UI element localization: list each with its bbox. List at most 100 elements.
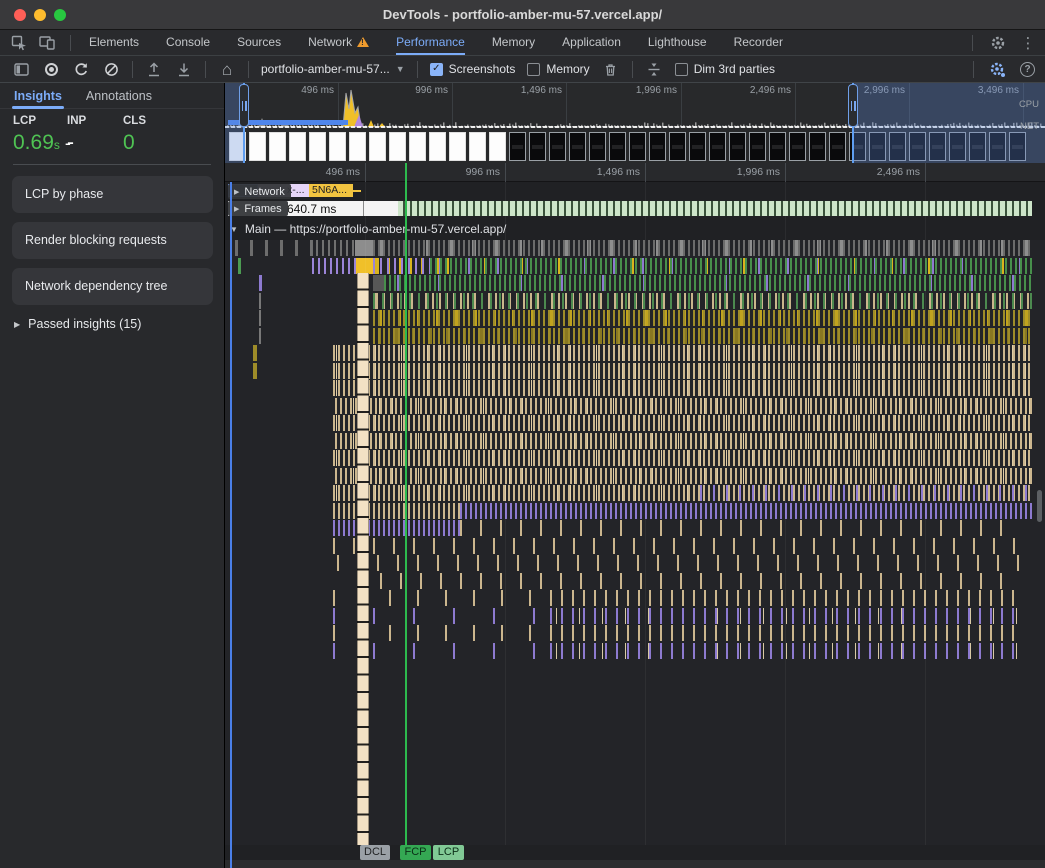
tab-elements[interactable]: Elements [89,30,139,55]
tab-console[interactable]: Console [166,30,210,55]
screenshots-checkbox-group[interactable]: Screenshots [430,62,516,76]
main-track-header[interactable]: ▼ Main — https://portfolio-amber-mu-57.v… [230,222,506,236]
flame-activity-segment[interactable] [253,363,257,379]
screenshot-thumbnail[interactable] [389,132,406,161]
marker-badge-fcp[interactable]: FCP [400,845,431,860]
clear-button[interactable] [102,60,120,78]
tab-performance[interactable]: Performance [396,30,465,55]
flame-activity-segment[interactable] [373,310,1032,326]
screenshot-thumbnail[interactable] [309,132,326,161]
tab-insights[interactable]: Insights [14,89,62,103]
garbage-collect-icon[interactable] [602,60,620,78]
tab-memory[interactable]: Memory [492,30,535,55]
timeline-overview[interactable]: CPU NET 496 ms996 ms1,496 ms1,996 ms2,49… [225,83,1045,163]
flame-activity-segment[interactable] [333,433,1032,449]
vertical-scrollbar[interactable] [1037,490,1042,522]
screenshot-thumbnail[interactable] [269,132,286,161]
tab-sources[interactable]: Sources [237,30,281,55]
screenshot-thumbnail[interactable] [609,132,626,161]
flame-activity-segment[interactable] [333,398,1032,414]
screenshot-thumbnail[interactable] [529,132,546,161]
settings-gear-icon[interactable] [989,34,1007,52]
flame-activity-segment[interactable] [700,485,1032,501]
record-button[interactable] [42,60,60,78]
screenshot-thumbnail[interactable] [829,132,846,161]
screenshot-thumbnail[interactable] [569,132,586,161]
flame-activity-segment[interactable] [333,468,1032,484]
flame-activity-segment[interactable] [259,310,261,326]
flame-activity-segment[interactable] [333,503,460,519]
flame-activity-segment[interactable] [373,328,1032,344]
screenshot-thumbnail[interactable] [649,132,666,161]
screenshot-thumbnail[interactable] [329,132,346,161]
flame-activity-segment[interactable] [333,363,1032,379]
screenshot-thumbnail[interactable] [289,132,306,161]
screenshot-thumbnail[interactable] [769,132,786,161]
flame-activity-segment[interactable] [384,275,1032,291]
flame-activity-segment[interactable] [355,240,373,256]
window-drag-handle-right[interactable] [848,84,858,127]
close-window-button[interactable] [14,9,26,21]
screenshots-checkbox[interactable] [430,63,443,76]
dim-3rd-parties-checkbox-group[interactable]: Dim 3rd parties [675,62,775,76]
screenshot-thumbnail[interactable] [809,132,826,161]
upload-profile-icon[interactable] [145,60,163,78]
device-toolbar-icon[interactable] [38,34,56,52]
flame-activity-segment[interactable] [373,258,430,274]
flame-activity-segment[interactable] [333,450,1032,466]
screenshot-thumbnail[interactable] [689,132,706,161]
window-drag-handle-left[interactable] [239,84,249,127]
screenshot-thumbnail[interactable] [729,132,746,161]
flame-activity-segment[interactable] [253,345,257,361]
insight-card-render-blocking-requests[interactable]: Render blocking requests [12,222,213,259]
passed-insights-expander[interactable]: ▶ Passed insights (15) [14,317,141,331]
maximize-window-button[interactable] [54,9,66,21]
screenshot-thumbnail[interactable] [709,132,726,161]
download-profile-icon[interactable] [175,60,193,78]
screenshot-thumbnail[interactable] [589,132,606,161]
flame-activity-segment[interactable] [373,293,1032,309]
insight-card-network-dependency-tree[interactable]: Network dependency tree [12,268,213,305]
screenshot-thumbnail[interactable] [489,132,506,161]
flame-activity-segment[interactable] [333,520,460,536]
flame-activity-segment[interactable] [235,240,313,256]
collapse-tracks-icon[interactable] [645,60,663,78]
insight-card-lcp-by-phase[interactable]: LCP by phase [12,176,213,213]
screenshot-thumbnail[interactable] [349,132,366,161]
flame-activity-segment[interactable] [333,415,1032,431]
screenshot-thumbnail[interactable] [749,132,766,161]
page-selector-dropdown[interactable]: portfolio-amber-mu-57... ▼ [261,62,405,76]
screenshot-thumbnail[interactable] [789,132,806,161]
screenshot-thumbnail[interactable] [469,132,486,161]
frames-track-expander[interactable]: ▶ Frames [228,201,288,216]
screenshot-thumbnail[interactable] [549,132,566,161]
inspect-element-icon[interactable] [10,34,28,52]
screenshot-thumbnail[interactable] [249,132,266,161]
frames-strip[interactable] [398,201,1032,216]
tab-network[interactable]: Network [308,30,369,55]
screenshot-thumbnail[interactable] [509,132,526,161]
tab-annotations[interactable]: Annotations [86,89,152,103]
flame-activity-segment[interactable] [312,258,356,274]
tab-recorder[interactable]: Recorder [734,30,783,55]
flame-activity-segment[interactable] [333,345,1032,361]
reload-and-record-button[interactable] [72,60,90,78]
flame-activity-segment[interactable] [310,240,355,256]
flame-activity-segment[interactable] [333,380,1032,396]
more-options-icon[interactable]: ⋮ [1019,34,1037,52]
flame-chart[interactable] [225,240,1045,845]
flame-activity-segment[interactable] [380,573,1020,589]
screenshot-thumbnail[interactable] [409,132,426,161]
marker-badge-lcp[interactable]: LCP [433,845,464,860]
memory-checkbox[interactable] [527,63,540,76]
memory-checkbox-group[interactable]: Memory [527,62,589,76]
flame-activity-segment[interactable] [373,275,384,291]
screenshot-thumbnail[interactable] [369,132,386,161]
flame-activity-segment[interactable] [460,520,1020,536]
flame-activity-segment[interactable] [259,328,261,344]
flame-activity-segment[interactable] [259,275,262,291]
flame-activity-segment[interactable] [460,503,1032,519]
capture-settings-gear-icon[interactable] [988,60,1006,78]
screenshot-thumbnail[interactable] [449,132,466,161]
detail-time-ruler[interactable]: 496 ms996 ms1,496 ms1,996 ms2,496 ms [225,163,1045,182]
